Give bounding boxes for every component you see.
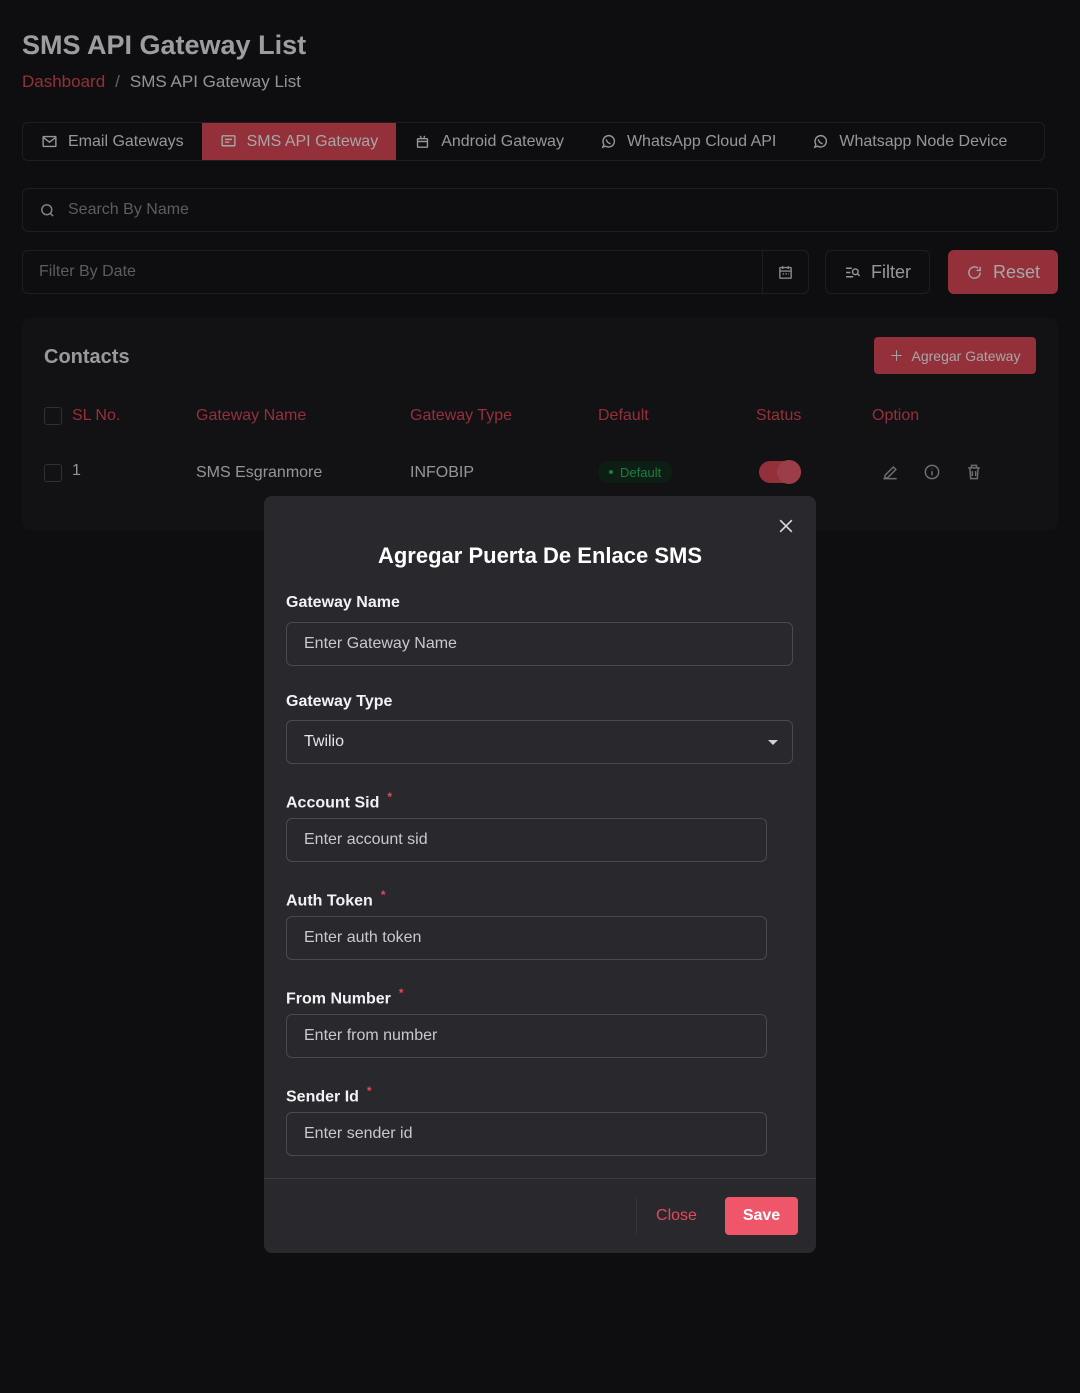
required-marker: * — [366, 1084, 372, 1098]
from-number-input[interactable] — [304, 1027, 766, 1045]
required-marker: * — [398, 986, 404, 1000]
account-sid-label: Account Sid * — [286, 790, 392, 812]
from-number-label: From Number * — [286, 986, 404, 1008]
sender-id-label: Sender Id * — [286, 1084, 372, 1106]
gateway-name-label: Gateway Name — [286, 594, 400, 612]
account-sid-input[interactable] — [304, 831, 766, 849]
gateway-type-select[interactable]: Twilio — [286, 720, 793, 764]
add-gateway-modal: Agregar Puerta De Enlace SMS Gateway Nam… — [264, 496, 816, 1253]
account-sid-field — [286, 818, 767, 862]
auth-token-input[interactable] — [304, 929, 766, 947]
modal-title: Agregar Puerta De Enlace SMS — [377, 543, 702, 568]
gateway-type-label: Gateway Type — [286, 693, 392, 711]
required-marker: * — [380, 888, 386, 902]
auth-token-field — [286, 916, 767, 960]
close-button[interactable]: Close — [636, 1197, 716, 1235]
required-marker: * — [387, 790, 393, 804]
sender-id-field — [286, 1112, 767, 1156]
sender-id-input[interactable] — [304, 1125, 766, 1143]
auth-token-label: Auth Token * — [286, 888, 385, 910]
gateway-name-field — [286, 622, 793, 666]
chevron-down-icon — [768, 739, 778, 745]
from-number-label-text: From Number — [286, 990, 391, 1008]
gateway-type-label-text: Gateway Type — [286, 693, 393, 710]
sender-id-label-text: Sender Id — [286, 1088, 359, 1106]
gateway-name-input[interactable] — [304, 635, 792, 653]
gateway-name-label-text: Gateway Name — [286, 594, 400, 611]
modal-footer: Close Save — [264, 1178, 816, 1253]
save-button[interactable]: Save — [725, 1197, 798, 1235]
from-number-field — [286, 1014, 767, 1058]
close-icon[interactable] — [776, 516, 796, 536]
auth-token-label-text: Auth Token — [286, 892, 373, 910]
account-sid-label-text: Account Sid — [286, 794, 380, 812]
gateway-type-value: Twilio — [304, 733, 345, 750]
